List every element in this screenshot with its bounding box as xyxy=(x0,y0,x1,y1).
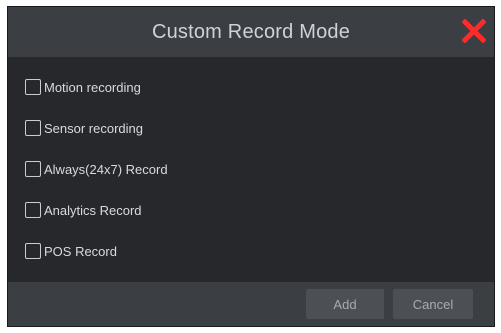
option-label: Analytics Record xyxy=(44,202,142,218)
checkbox[interactable] xyxy=(25,243,41,259)
option-label: Sensor recording xyxy=(44,120,143,136)
add-button[interactable]: Add xyxy=(306,289,384,319)
dialog-title: Custom Record Mode xyxy=(151,21,351,43)
option-label: POS Record xyxy=(44,243,117,259)
close-button[interactable] xyxy=(462,19,486,43)
dialog-title-bar: Custom Record Mode xyxy=(8,7,494,57)
checkbox[interactable] xyxy=(25,120,41,136)
option-pos-record[interactable]: POS Record xyxy=(25,241,117,261)
checkbox[interactable] xyxy=(25,161,41,177)
option-always-record[interactable]: Always(24x7) Record xyxy=(25,159,168,179)
checkbox[interactable] xyxy=(25,79,41,95)
close-icon xyxy=(462,19,486,43)
option-analytics-record[interactable]: Analytics Record xyxy=(25,200,142,220)
checkbox[interactable] xyxy=(25,202,41,218)
custom-record-mode-dialog: Custom Record Mode Motion recording Sens… xyxy=(7,6,495,327)
dialog-footer: Add Cancel xyxy=(8,282,494,326)
option-label: Always(24x7) Record xyxy=(44,161,168,177)
option-motion-recording[interactable]: Motion recording xyxy=(25,77,141,97)
option-label: Motion recording xyxy=(44,79,141,95)
cancel-button[interactable]: Cancel xyxy=(393,289,473,319)
option-sensor-recording[interactable]: Sensor recording xyxy=(25,118,143,138)
